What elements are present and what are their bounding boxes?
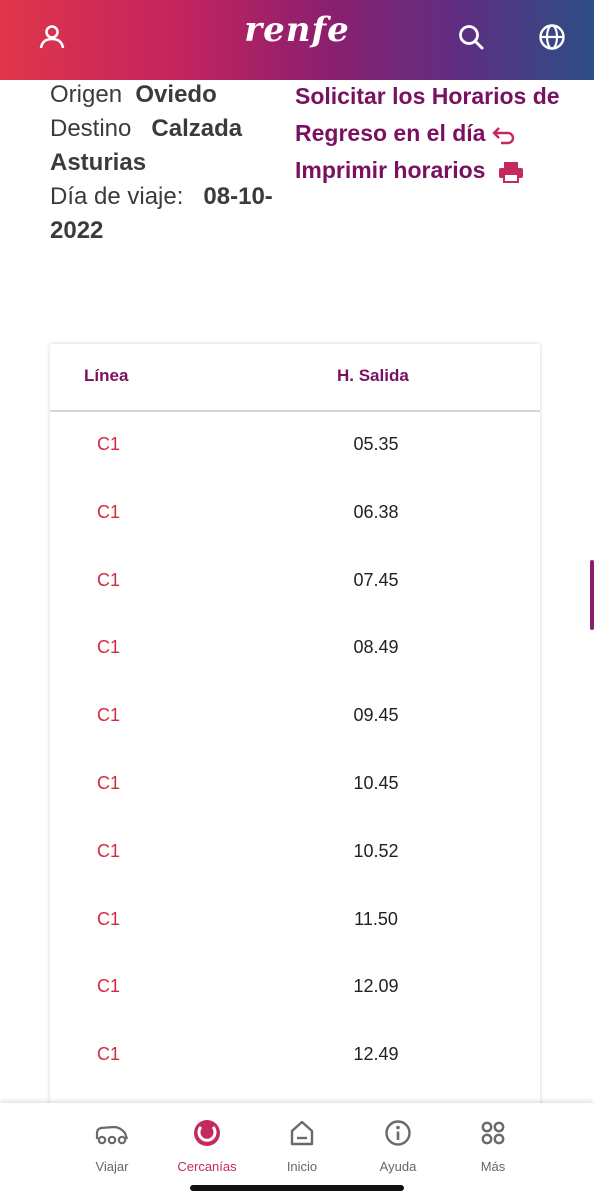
- language-button[interactable]: [530, 15, 574, 59]
- grid-icon: [481, 1121, 505, 1145]
- scroll-indicator[interactable]: [590, 560, 594, 630]
- nav-label-cercanias: Cercanías: [177, 1159, 237, 1174]
- car-icon: [95, 1125, 129, 1145]
- nav-item-mas[interactable]: Más: [448, 1117, 538, 1174]
- departure-cell: 12.49: [353, 1044, 399, 1065]
- line-column-header[interactable]: Línea: [84, 366, 128, 386]
- nav-item-ayuda[interactable]: Ayuda: [353, 1117, 443, 1174]
- nav-item-inicio[interactable]: Inicio: [257, 1117, 347, 1174]
- table-row[interactable]: C1 10.52: [50, 819, 540, 887]
- search-icon: [459, 25, 484, 50]
- date-label: Día de viaje:: [50, 183, 184, 210]
- departure-cell: 10.45: [353, 772, 399, 793]
- departure-cell: 09.45: [353, 705, 399, 726]
- return-arrow-icon: [492, 127, 515, 145]
- nav-label-mas: Más: [480, 1159, 506, 1174]
- schedule-actions: Solicitar los Horarios de Regreso en el …: [295, 78, 585, 189]
- schedule-table: Línea H. Salida C1 05.35 C1 06.38 C1 07.…: [50, 344, 540, 1144]
- line-cell: C1: [97, 908, 121, 929]
- nav-label-viajar: Viajar: [95, 1159, 129, 1174]
- line-cell: C1: [97, 637, 121, 658]
- date-row: Día de viaje: 08-10-2022: [50, 180, 292, 248]
- nav-item-cercanias[interactable]: Cercanías: [162, 1117, 252, 1174]
- departure-cell: 08.49: [353, 637, 399, 658]
- table-row[interactable]: C1 11.50: [50, 887, 540, 955]
- table-row[interactable]: C1 06.38: [50, 480, 540, 548]
- line-cell: C1: [97, 976, 121, 997]
- line-cell: C1: [97, 1044, 121, 1065]
- destination-row: Destino Calzada Asturias: [50, 112, 292, 180]
- return-schedules-label: Solicitar los Horarios de Regreso en el …: [295, 83, 560, 146]
- departure-cell: 06.38: [353, 501, 399, 522]
- departure-cell: 05.35: [353, 434, 399, 454]
- renfe-logo[interactable]: renfe: [0, 10, 594, 50]
- nav-label-ayuda: Ayuda: [379, 1159, 417, 1174]
- departure-cell: 12.09: [353, 976, 399, 997]
- line-cell: C1: [97, 772, 121, 793]
- table-row[interactable]: C1 09.45: [50, 683, 540, 751]
- print-schedules-label: Imprimir horarios: [295, 157, 486, 183]
- departure-column-header[interactable]: H. Salida: [337, 366, 409, 386]
- line-cell: C1: [97, 840, 121, 861]
- home-indicator[interactable]: [190, 1185, 404, 1191]
- table-row[interactable]: C1 08.49: [50, 615, 540, 683]
- info-icon: [385, 1120, 411, 1146]
- nav-item-viajar[interactable]: Viajar: [67, 1117, 157, 1174]
- cercanias-icon: [194, 1120, 220, 1146]
- departure-cell: 11.50: [354, 908, 398, 929]
- line-cell: C1: [97, 501, 121, 522]
- globe-icon: [539, 24, 565, 50]
- line-cell: C1: [97, 434, 121, 454]
- line-cell: C1: [97, 705, 121, 726]
- line-cell: C1: [97, 569, 121, 590]
- search-button[interactable]: [449, 15, 493, 59]
- table-row[interactable]: C1 10.45: [50, 751, 540, 819]
- departure-cell: 10.52: [353, 840, 399, 861]
- printer-icon: [499, 161, 524, 183]
- nav-label-inicio: Inicio: [286, 1159, 318, 1174]
- destination-label: Destino: [50, 115, 132, 142]
- print-schedules-link[interactable]: Imprimir horarios: [295, 152, 585, 189]
- table-header: Línea H. Salida: [50, 344, 540, 412]
- table-row[interactable]: C1 12.49: [50, 1022, 540, 1090]
- home-icon: [290, 1120, 314, 1146]
- table-row[interactable]: C1 12.09: [50, 954, 540, 1022]
- origin-value: Oviedo: [135, 81, 217, 108]
- trip-info: Origen Oviedo Destino Calzada Asturias D…: [50, 78, 292, 248]
- origin-row: Origen Oviedo: [50, 78, 292, 112]
- app-header: renfe: [0, 0, 594, 80]
- origin-label: Origen: [50, 81, 123, 108]
- return-schedules-link[interactable]: Solicitar los Horarios de Regreso en el …: [295, 78, 585, 152]
- table-row[interactable]: C1 05.35: [50, 412, 540, 480]
- table-row[interactable]: C1 07.45: [50, 548, 540, 616]
- departure-cell: 07.45: [353, 569, 399, 590]
